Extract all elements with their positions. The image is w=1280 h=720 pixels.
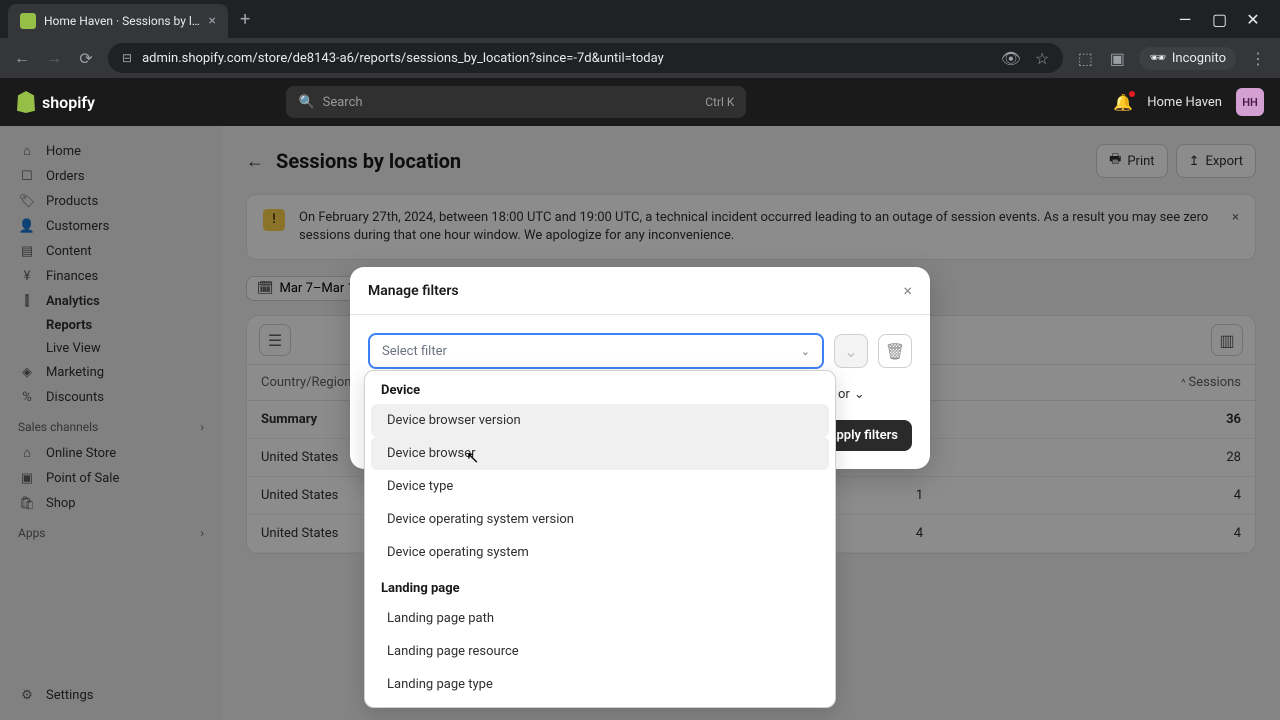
browser-chrome: Home Haven · Sessions by loca… × + — ▢ ✕…: [0, 0, 1280, 78]
search-icon: 🔍: [298, 95, 314, 110]
tab-close-icon[interactable]: ×: [209, 13, 216, 29]
forward-button[interactable]: →: [44, 48, 64, 68]
incognito-icon: 🕶: [1149, 51, 1166, 66]
dropdown-item[interactable]: Landing page type: [371, 668, 829, 701]
header-right: 🔔 Home Haven HH: [1113, 88, 1264, 116]
tab-bar: Home Haven · Sessions by loca… × + — ▢ ✕: [0, 0, 1280, 38]
site-info-icon[interactable]: ⊟: [122, 51, 132, 65]
tab-title: Home Haven · Sessions by loca…: [44, 14, 201, 28]
close-window-button[interactable]: ✕: [1246, 10, 1260, 29]
incognito-label: Incognito: [1172, 51, 1226, 66]
app-header: shopify 🔍 Search Ctrl K 🔔 Home Haven HH: [0, 78, 1280, 126]
chevron-down-icon: ⌄: [854, 387, 865, 402]
menu-icon[interactable]: ⋮: [1248, 49, 1268, 68]
add-or-filter[interactable]: or ⌄: [838, 387, 865, 402]
filter-row: Select filter ⌄ ⌄ 🗑: [368, 333, 912, 369]
dropdown-group-label: Device: [365, 371, 835, 404]
logo-text: shopify: [42, 93, 95, 112]
back-button[interactable]: ←: [12, 48, 32, 68]
minimize-button[interactable]: —: [1178, 10, 1192, 29]
search-placeholder: Search: [323, 95, 363, 110]
chevron-down-icon: ⌄: [801, 345, 810, 358]
url-actions: 👁 ☆: [1001, 49, 1050, 68]
url-bar[interactable]: ⊟ admin.shopify.com/store/de8143-a6/repo…: [108, 43, 1063, 73]
url-text: admin.shopify.com/store/de8143-a6/report…: [142, 51, 991, 66]
logo[interactable]: shopify: [16, 91, 95, 113]
window-controls: — ▢ ✕: [1178, 10, 1272, 29]
shopify-icon: [16, 91, 36, 113]
modal-header: Manage filters ×: [350, 267, 930, 315]
filter-select[interactable]: Select filter ⌄: [368, 333, 824, 369]
modal-title: Manage filters: [368, 283, 459, 299]
new-tab-button[interactable]: +: [240, 9, 250, 30]
dropdown-group-label: Landing page: [365, 569, 835, 602]
search-kbd-hint: Ctrl K: [705, 95, 734, 109]
search-input[interactable]: 🔍 Search Ctrl K: [286, 86, 746, 118]
select-placeholder: Select filter: [382, 344, 447, 359]
filter-dropdown-list: DeviceDevice browser versionDevice brows…: [364, 370, 836, 708]
tab-favicon: [20, 13, 36, 29]
extensions-icon[interactable]: ⬚: [1075, 49, 1095, 68]
side-panel-icon[interactable]: ▣: [1107, 49, 1127, 68]
dropdown-item[interactable]: Device browser: [371, 437, 829, 470]
dropdown-item[interactable]: Landing page resource: [371, 635, 829, 668]
browser-tab[interactable]: Home Haven · Sessions by loca… ×: [8, 4, 228, 38]
dropdown-item[interactable]: Device type: [371, 470, 829, 503]
notifications-button[interactable]: 🔔: [1113, 93, 1133, 112]
incognito-badge[interactable]: 🕶 Incognito: [1139, 47, 1236, 70]
avatar[interactable]: HH: [1236, 88, 1264, 116]
reload-button[interactable]: ⟳: [76, 49, 96, 68]
notification-dot: [1129, 91, 1135, 97]
modal-close-button[interactable]: ×: [903, 281, 912, 300]
dropdown-item[interactable]: Device operating system: [371, 536, 829, 569]
store-name[interactable]: Home Haven: [1147, 95, 1222, 110]
maximize-button[interactable]: ▢: [1212, 10, 1226, 29]
delete-filter-button[interactable]: 🗑: [878, 334, 912, 368]
nav-bar: ← → ⟳ ⊟ admin.shopify.com/store/de8143-a…: [0, 38, 1280, 78]
dropdown-item[interactable]: Landing page path: [371, 602, 829, 635]
dropdown-item[interactable]: Device operating system version: [371, 503, 829, 536]
filter-value-dropdown: ⌄: [834, 334, 868, 368]
dropdown-item[interactable]: Device browser version: [371, 404, 829, 437]
bookmark-icon[interactable]: ☆: [1035, 49, 1049, 68]
eye-off-icon[interactable]: 👁: [1001, 49, 1021, 68]
